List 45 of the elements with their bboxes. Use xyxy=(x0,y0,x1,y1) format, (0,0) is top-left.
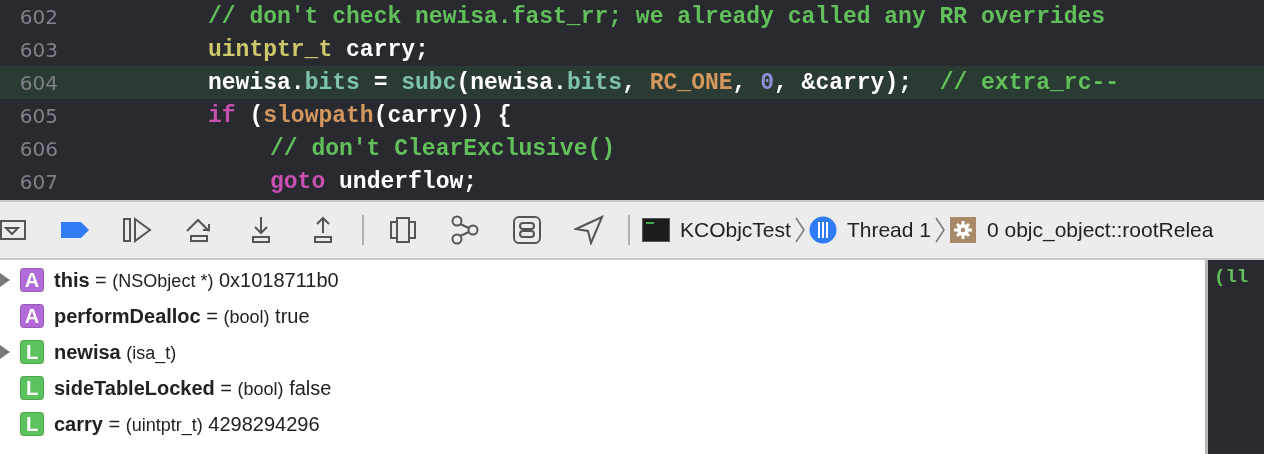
variable-kind-badge: L xyxy=(20,376,44,400)
breakpoint-icon xyxy=(60,221,90,239)
layers-icon xyxy=(389,216,417,244)
variable-entry[interactable]: newisa (isa_t) xyxy=(54,340,177,364)
code-line: uintptr_t carry; xyxy=(208,36,429,63)
line-number: 603 xyxy=(18,37,58,62)
line-number: 606 xyxy=(18,136,58,161)
toggles-icon xyxy=(512,215,542,245)
environment-button[interactable] xyxy=(510,213,544,247)
disclosure-triangle-icon[interactable] xyxy=(0,273,12,287)
line-number: 602 xyxy=(18,4,58,29)
breadcrumb-item[interactable]: Thread 1 xyxy=(804,216,935,244)
breadcrumb-item[interactable]: KCObjcTest xyxy=(638,218,795,242)
code-line: newisa.bits = subc(newisa.bits, RC_ONE, 0, &carry); // extra_rc-- xyxy=(208,69,1120,96)
line-number: 604 xyxy=(18,70,58,95)
variable-kind-badge: A xyxy=(20,268,44,292)
step-into-icon xyxy=(251,216,271,244)
breadcrumb-item[interactable]: 0 objc_object::rootRelea xyxy=(944,216,1218,244)
code-line: goto underflow; xyxy=(270,168,478,195)
variable-kind-badge: L xyxy=(20,340,44,364)
variable-kind-badge: L xyxy=(20,412,44,436)
step-out-icon xyxy=(313,216,333,244)
thread-icon xyxy=(808,216,837,244)
step-over-icon xyxy=(185,217,213,243)
disclosure-triangle-icon[interactable] xyxy=(0,345,12,359)
variable-entry[interactable]: sideTableLocked = (bool) false xyxy=(54,376,332,400)
nodes-icon xyxy=(450,215,480,245)
code-line: // don't check newisa.fast_rr; we already called any RR overrides xyxy=(208,3,1106,30)
variable-entry[interactable]: carry = (uintptr_t) 4298294296 xyxy=(54,412,320,436)
code-line: if (slowpath(carry)) { xyxy=(208,102,512,129)
console-text: (ll xyxy=(1214,266,1249,288)
variable-kind-badge: A xyxy=(20,304,44,328)
chevron-icon xyxy=(934,217,945,243)
hide-panel-icon xyxy=(0,219,26,241)
line-number: 607 xyxy=(18,169,58,194)
continue-icon xyxy=(122,217,152,243)
line-number: 605 xyxy=(18,103,58,128)
chevron-icon xyxy=(794,217,805,243)
variable-entry[interactable]: this = (NSObject *) 0x1018711b0 xyxy=(54,268,339,292)
location-button[interactable] xyxy=(572,213,606,247)
gear-icon xyxy=(948,216,977,244)
code-line: // don't ClearExclusive() xyxy=(270,135,616,162)
variable-entry[interactable]: performDealloc = (bool) true xyxy=(54,304,310,328)
location-arrow-icon xyxy=(574,215,604,245)
terminal-icon xyxy=(642,218,670,242)
